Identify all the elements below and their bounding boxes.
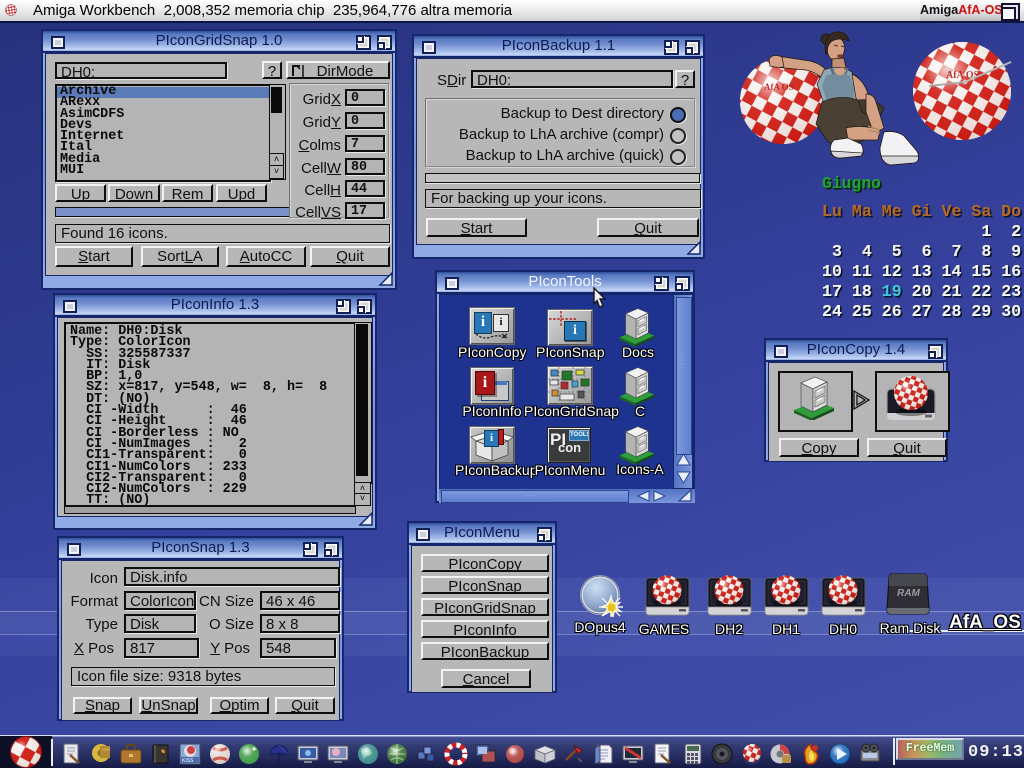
svg-text:KISS: KISS xyxy=(182,758,194,764)
svg-text:AfA OS: AfA OS xyxy=(764,82,794,92)
svg-text:AfA OS: AfA OS xyxy=(946,70,980,81)
svg-text:RAM: RAM xyxy=(897,588,920,599)
